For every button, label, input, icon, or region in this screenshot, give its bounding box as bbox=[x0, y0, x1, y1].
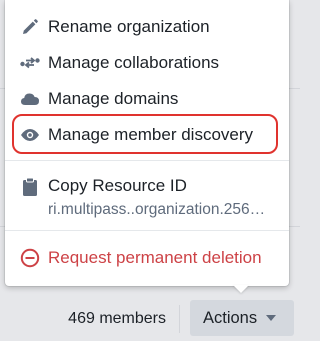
cloud-icon bbox=[20, 89, 40, 109]
actions-button[interactable]: Actions bbox=[190, 300, 294, 336]
menu-item-label: Request permanent deletion bbox=[48, 248, 262, 267]
member-count: 469 members bbox=[68, 310, 166, 327]
menu-item-label: Manage domains bbox=[48, 89, 179, 108]
resource-id-text: ri.multipass..organization.256… bbox=[48, 201, 266, 218]
popover-arrow bbox=[233, 285, 249, 293]
actions-button-label: Actions bbox=[203, 309, 258, 327]
menu-item-copy-resource-id[interactable]: Copy Resource ID ri.multipass..organizat… bbox=[5, 170, 289, 220]
menu-item-manage-member-discovery[interactable]: Manage member discovery bbox=[5, 117, 289, 153]
menu-item-label: Copy Resource ID bbox=[48, 176, 187, 195]
eye-icon bbox=[20, 125, 40, 145]
clipboard-icon bbox=[20, 176, 40, 198]
caret-down-icon bbox=[266, 315, 276, 321]
menu-divider bbox=[5, 160, 289, 161]
menu-item-manage-domains[interactable]: Manage domains bbox=[5, 81, 289, 117]
menu-item-label: Manage collaborations bbox=[48, 53, 220, 72]
remove-circle-icon bbox=[20, 248, 40, 268]
menu-item-request-permanent-deletion[interactable]: Request permanent deletion bbox=[5, 240, 289, 276]
pencil-icon bbox=[20, 17, 40, 37]
footer-separator bbox=[179, 305, 180, 333]
menu-item-label: Rename organization bbox=[48, 17, 210, 36]
menu-divider bbox=[5, 230, 289, 231]
actions-dropdown-menu: Rename organization Manage collaboration… bbox=[5, 0, 289, 286]
footer-bar: 469 members Actions bbox=[0, 297, 300, 341]
menu-item-rename-organization[interactable]: Rename organization bbox=[5, 9, 289, 45]
menu-item-label: Manage member discovery bbox=[48, 125, 254, 144]
link-arrows-icon bbox=[20, 53, 40, 73]
menu-item-manage-collaborations[interactable]: Manage collaborations bbox=[5, 45, 289, 81]
